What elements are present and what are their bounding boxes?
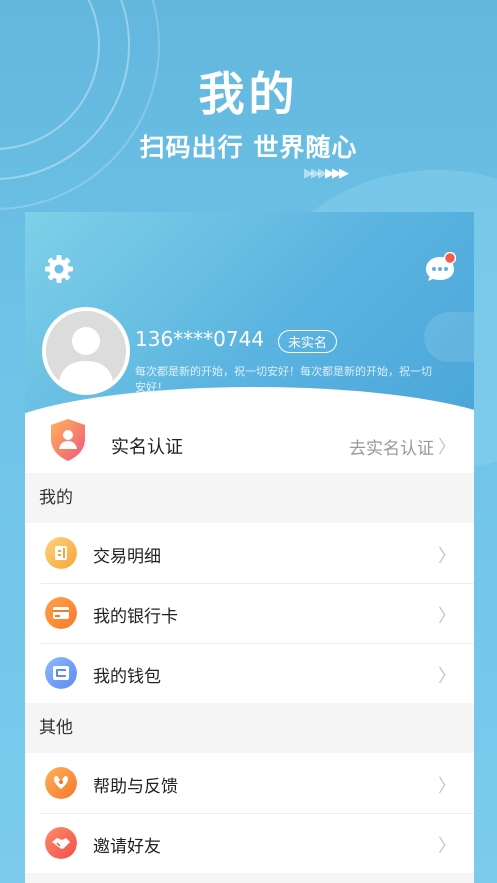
profile-header: 136****0744 未实名 每次都是新的开始，祝一切安好！每次都是新的开始，… [25,212,474,427]
chevron-right-icon: 〉 [438,437,456,458]
bank-card-icon [45,597,77,629]
status-badge: 未实名 [278,330,338,353]
gear-icon[interactable] [44,254,74,284]
list-item-transactions[interactable]: 交易明细 〉 [25,523,474,583]
chat-bubble-icon[interactable] [424,252,456,284]
chevron-right-icon: 〉 [438,606,456,627]
list-item-invite-friends[interactable]: 邀请好友 〉 [25,813,474,873]
list-item-label: 邀请好友 [93,837,161,857]
handshake-icon [45,827,77,859]
list-item-help-feedback[interactable]: 帮助与反馈 〉 [25,753,474,813]
list-other: 帮助与反馈 〉 邀请好友 〉 [25,753,474,873]
list-item-label: 交易明细 [93,547,161,567]
phone-number: 136****0744 [135,327,265,351]
section-title-mine: 我的 [25,473,474,523]
default-avatar-icon [46,311,126,391]
avatar[interactable] [42,307,130,395]
section-title-other: 其他 [25,703,474,753]
shield-icon [51,419,85,461]
list-mine: 交易明细 〉 我的银行卡 〉 我的钱包 〉 [25,523,474,703]
help-icon [45,767,77,799]
list-item-label: 我的钱包 [93,667,161,687]
hero-title: 我的 [198,67,299,121]
list-item-bank-cards[interactable]: 我的银行卡 〉 [25,583,474,643]
hero-subtitle: 扫码出行 世界随心 [139,133,358,162]
verify-action-link[interactable]: 去实名认证 [349,434,434,459]
receipt-icon [45,537,77,569]
verify-label: 实名认证 [111,437,183,458]
chevron-right-icon: 〉 [438,836,456,857]
verify-row[interactable]: 实名认证 去实名认证 〉 [25,417,474,473]
list-item-label: 我的银行卡 [93,607,178,627]
arrows-icon: ▶▶▶▶▶▶ [304,166,349,181]
wallet-icon [45,657,77,689]
profile-card: 136****0744 未实名 每次都是新的开始，祝一切安好！每次都是新的开始，… [25,212,474,883]
chevron-right-icon: 〉 [438,666,456,687]
list-item-label: 帮助与反馈 [93,777,178,797]
chevron-right-icon: 〉 [438,776,456,797]
list-item-wallet[interactable]: 我的钱包 〉 [25,643,474,703]
chevron-right-icon: 〉 [438,546,456,567]
motto-text: 每次都是新的开始，祝一切安好！每次都是新的开始，祝一切安好！ [135,365,432,394]
